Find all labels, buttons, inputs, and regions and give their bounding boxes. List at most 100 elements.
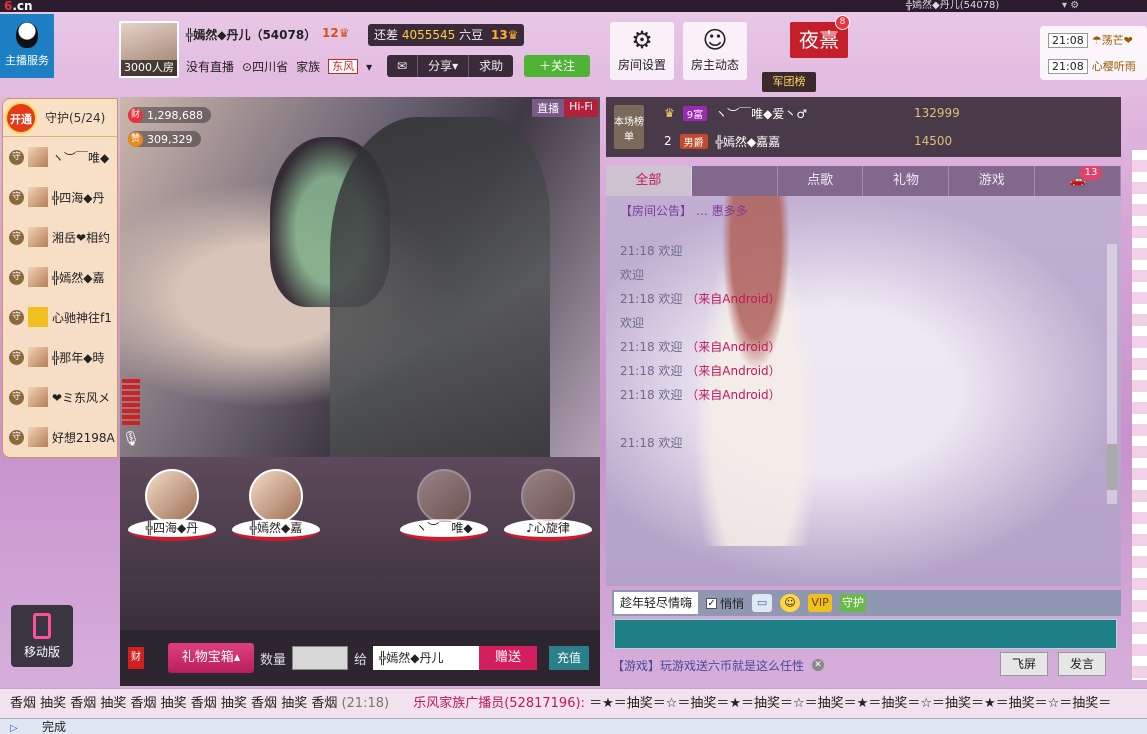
anchor-avatar[interactable]: 3000人房 — [119, 21, 179, 78]
podium-user[interactable]: ╬嫣然◆嘉 — [232, 469, 320, 541]
hifi-tag[interactable]: Hi-Fi — [564, 99, 598, 117]
follow-button[interactable]: ＋关注 — [524, 55, 590, 77]
guard-badge-icon: 守 — [9, 309, 24, 325]
anchor-service-button[interactable]: 主播服务 — [0, 14, 54, 78]
side-message[interactable]: 21:08 ☂荡芒❤ — [1040, 28, 1147, 52]
broadcast-marquee: 香烟 抽奖 香烟 抽奖 香烟 抽奖 香烟 抽奖 香烟 抽奖 香烟 (21:18)… — [0, 688, 1147, 718]
guard-badge-icon: 守 — [9, 189, 24, 205]
share-button[interactable]: 分享▾ — [418, 55, 470, 77]
avatar — [145, 469, 199, 523]
tab-games[interactable]: 游戏 — [949, 166, 1036, 196]
site-logo[interactable]: 6.cn — [0, 0, 62, 12]
podium-user[interactable]: ♪心旋律 — [504, 469, 592, 541]
rank-row[interactable]: 2 男爵 ╬嫣然◆嘉嘉 14500 — [664, 127, 1104, 155]
car-badge: 13 — [1080, 166, 1102, 180]
avatar — [28, 227, 48, 247]
chat-input[interactable] — [614, 619, 1117, 649]
guard-header: 开通 守护(5/24) — [3, 99, 117, 137]
mobile-version-button[interactable]: 移动版 — [11, 605, 73, 667]
pin-icon: ⊙ — [242, 60, 253, 74]
tab-songs[interactable]: 点歌 — [778, 166, 864, 196]
tab-all[interactable]: 全部 — [606, 166, 692, 196]
rank-row[interactable]: ♛ 9富 ヽ︶￣唯◆爱丶♂ 132999 — [664, 99, 1104, 127]
podium-user[interactable]: ヽ︶￣唯◆ — [400, 469, 488, 541]
microphone-icon[interactable]: 🎙 — [122, 431, 140, 453]
wealth-stat: 财 1,298,688 — [128, 107, 211, 123]
to-label: 给 — [354, 652, 368, 668]
guard-item[interactable]: 守好想2198A — [3, 417, 117, 457]
tab-gifts[interactable]: 礼物 — [863, 166, 950, 196]
chat-line: 21:18 欢迎 （来自Android） — [620, 388, 781, 402]
phone-icon — [33, 613, 51, 639]
guard-item[interactable]: 守 ╬四海◆丹 — [3, 177, 117, 217]
chat-tabs: 全部 点歌 礼物 游戏 🚗 — [606, 166, 1121, 196]
top-user-name[interactable]: ╬嫣然◆丹儿(54078) — [906, 0, 999, 12]
room-settings-button[interactable]: ⚙ 房间设置 — [610, 22, 674, 80]
send-gift-button[interactable]: 赠送 — [479, 646, 538, 670]
guard-panel: 开通 守护(5/24) 守ヽ︶￣唯◆ 守 ╬四海◆丹 守湘岳❤相约 守 ╬嫣然◆嘉 … — [2, 98, 118, 458]
close-icon[interactable]: ✕ — [812, 659, 825, 671]
status-icon: ▷ — [10, 723, 18, 734]
whisper-checkbox[interactable]: ✓ 悄悄 — [706, 595, 744, 612]
gift-bar: 财 礼物宝箱▴ 数量 给 ╬嫣然◆丹儿 赠送 充值 — [120, 630, 600, 686]
guard-item[interactable]: 守心驰神往f1 — [3, 297, 117, 337]
anchor-level: 12♛ — [322, 26, 350, 40]
open-guard-button[interactable]: 开通 — [5, 101, 37, 134]
fly-screen-button[interactable]: 飞屏 — [1000, 652, 1048, 676]
tab-private[interactable] — [692, 166, 778, 196]
guard-item[interactable]: 守 ❤ミ东风メ — [3, 377, 117, 417]
chat-line: 欢迎 — [620, 268, 645, 282]
chat-scrollbar[interactable] — [1107, 244, 1117, 504]
message-button[interactable]: ✉ — [387, 55, 419, 77]
send-message-button[interactable]: 发言 — [1058, 652, 1106, 676]
avatar — [28, 147, 48, 167]
avatar — [28, 347, 48, 367]
guard-badge-icon: 守 — [9, 429, 24, 445]
podium-user[interactable]: ╬四海◆丹 — [128, 469, 216, 541]
wealth-icon[interactable]: 财 — [128, 647, 144, 669]
live-tag[interactable]: 直播 — [532, 99, 565, 117]
guard-icon[interactable]: 守护 — [840, 594, 867, 612]
like-icon: 赞 — [128, 131, 143, 147]
wealth-icon: 财 — [128, 107, 143, 123]
tab-cars[interactable]: 🚗 — [1035, 166, 1121, 196]
emoji-icon[interactable]: ☺ — [780, 594, 801, 612]
guard-item[interactable]: 守ヽ︶￣唯◆ — [3, 137, 117, 177]
chevron-down-icon[interactable]: ▾ — [366, 60, 372, 74]
guard-item[interactable]: 守 ╬那年◆時 — [3, 337, 117, 377]
guard-title: 守护(5/24) — [45, 111, 106, 125]
video-player[interactable]: 财 1,298,688 赞 309,329 直播 Hi-Fi 🎙 — [120, 97, 600, 457]
chat-messages[interactable]: 【房间公告】 … 惠多多 21:18 欢迎 欢迎 21:18 欢迎 （来自And… — [606, 196, 1121, 586]
status-bar: ▷ 完成 — [0, 718, 1147, 734]
avatar — [28, 267, 48, 287]
army-rank-button[interactable]: 军团榜 — [762, 72, 816, 92]
crown-icon: ♛ — [507, 28, 519, 42]
vip-icon[interactable]: VIP — [808, 594, 833, 612]
guard-item[interactable]: 守湘岳❤相约 — [3, 217, 117, 257]
side-message[interactable]: 21:08 心樱听雨 — [1040, 54, 1147, 78]
topic-chip[interactable]: 趁年轻尽情嗨 — [614, 592, 699, 614]
chat-toolbar: 趁年轻尽情嗨 ✓ 悄悄 ▭ ☺ VIP 守护 — [612, 590, 1121, 616]
gear-icon: ⚙ — [631, 26, 653, 54]
quantity-input[interactable] — [292, 646, 349, 670]
gift-box-button[interactable]: 礼物宝箱▴ — [168, 643, 254, 673]
chat-line: 欢迎 — [620, 316, 645, 330]
scrollbar-thumb[interactable] — [1107, 444, 1117, 490]
owner-feed-button[interactable]: ☺ 房主动态 — [683, 22, 747, 80]
rank-tag: 本场榜单 — [614, 105, 644, 149]
image-icon[interactable]: ▭ — [752, 594, 773, 612]
live-status: 没有直播 — [186, 60, 235, 74]
help-button[interactable]: 求助 — [469, 55, 513, 77]
recharge-button[interactable]: 充值 — [549, 646, 590, 670]
recipient-select[interactable]: ╬嫣然◆丹儿 — [373, 646, 480, 670]
guard-badge-icon: 守 — [9, 389, 24, 405]
volume-meter[interactable] — [122, 379, 140, 427]
checkbox-icon: ✓ — [706, 597, 718, 609]
side-messages: 21:08 ☂荡芒❤ 21:08 心樱听雨 — [1040, 26, 1147, 80]
right-edge-panel — [1132, 150, 1147, 680]
guard-item[interactable]: 守 ╬嫣然◆嘉 — [3, 257, 117, 297]
location: ⊙四川省 — [242, 60, 289, 74]
family-tag[interactable]: 东风 — [328, 59, 359, 74]
top-settings-icon[interactable]: ▾ ⚙ — [1062, 0, 1079, 12]
guard-badge-icon: 守 — [9, 349, 24, 365]
